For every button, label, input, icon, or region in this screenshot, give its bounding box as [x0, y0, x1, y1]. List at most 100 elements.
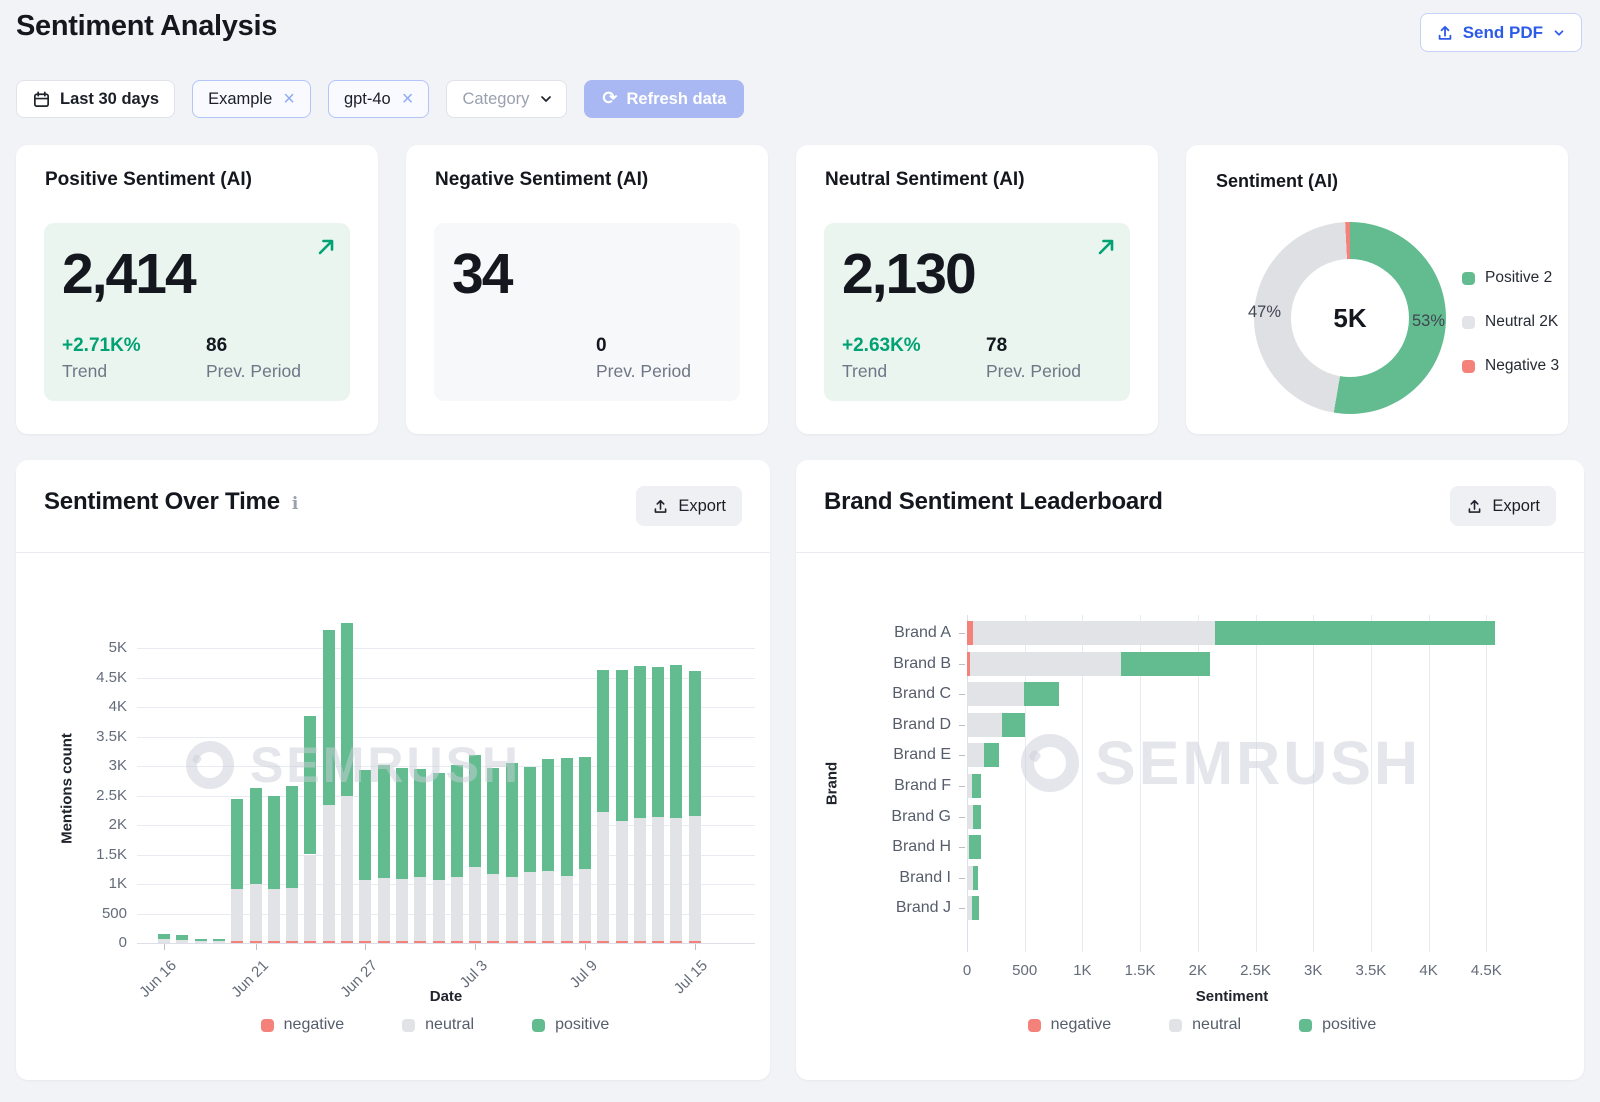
positive-bar-segment [378, 765, 390, 878]
neutral-bar-segment [616, 821, 628, 941]
upload-icon [1436, 24, 1454, 42]
positive-bar-segment [972, 774, 981, 798]
kpi-prev: 86 Prev. Period [206, 335, 301, 382]
positive-bar-segment [597, 670, 609, 813]
category-dropdown[interactable]: Category [446, 80, 567, 118]
positive-bar-segment [487, 768, 499, 873]
y-tick-label: 2K [57, 816, 127, 833]
gridline [137, 648, 755, 649]
close-icon[interactable]: × [283, 89, 295, 109]
donut-legend-item: Negative 3 [1462, 357, 1559, 375]
neutral-bar-segment [652, 817, 664, 941]
send-pdf-button[interactable]: Send PDF [1420, 13, 1582, 52]
y-tick-mark [959, 786, 965, 787]
filter-bar: Last 30 days Example × gpt-4o × Category… [16, 80, 744, 118]
neutral-bar-segment [561, 876, 573, 941]
brand-label: Brand G [841, 808, 951, 826]
export-button[interactable]: Export [636, 486, 742, 526]
negative-bar-segment [469, 941, 481, 943]
kpi-card-positive: Positive Sentiment (AI) 2,414 +2.71K% Tr… [16, 145, 378, 434]
negative-bar-segment [414, 941, 426, 943]
brand-label: Brand C [841, 685, 951, 703]
semrush-watermark: SEMRUSH [1021, 728, 1421, 798]
legend-label: neutral [1192, 1016, 1241, 1034]
y-tick-label: 500 [57, 905, 127, 922]
refresh-data-button[interactable]: ⟳ Refresh data [584, 80, 744, 118]
export-label: Export [1492, 497, 1540, 516]
date-range-button[interactable]: Last 30 days [16, 80, 175, 118]
neutral-bar-segment [396, 879, 408, 941]
positive-bar-segment [469, 755, 481, 866]
x-tick-label: 3K [1283, 962, 1343, 979]
negative-bar-segment [231, 941, 243, 943]
positive-bar-segment [433, 773, 445, 880]
x-tick-label: 500 [995, 962, 1055, 979]
legend-swatch [1462, 272, 1475, 285]
x-tick-mark [164, 944, 165, 950]
y-tick-mark [959, 633, 965, 634]
negative-bar-segment [634, 941, 646, 943]
y-tick-label: 2.5K [57, 787, 127, 804]
kpi-prev-value: 78 [986, 335, 1081, 357]
kpi-panel: 2,414 +2.71K% Trend 86 Prev. Period [44, 223, 350, 401]
upload-icon [652, 498, 669, 515]
page-title: Sentiment Analysis [16, 10, 277, 43]
filter-chip-gpt-4o[interactable]: gpt-4o × [328, 80, 429, 118]
gridline [1371, 615, 1372, 952]
divider [16, 552, 770, 553]
export-button[interactable]: Export [1450, 486, 1556, 526]
category-label: Category [462, 90, 529, 109]
positive-bar-segment [1024, 682, 1060, 706]
positive-bar-segment [250, 788, 262, 884]
neutral-bar-segment [469, 867, 481, 941]
upload-icon [1466, 498, 1483, 515]
negative-bar-segment [487, 941, 499, 943]
legend-label: negative [284, 1016, 345, 1034]
y-tick-label: 1K [57, 875, 127, 892]
positive-bar-segment [670, 665, 682, 817]
negative-bar-segment [689, 941, 701, 943]
y-tick-mark [959, 725, 965, 726]
positive-bar-segment [359, 770, 371, 880]
negative-bar-segment [250, 941, 262, 943]
kpi-prev-label: Prev. Period [986, 361, 1081, 382]
positive-bar-segment [984, 743, 999, 767]
y-tick-label: 4.5K [57, 669, 127, 686]
positive-bar-segment [286, 786, 298, 888]
brand-label: Brand J [841, 899, 951, 917]
y-tick-label: 5K [57, 639, 127, 656]
neutral-bar-segment [304, 855, 316, 941]
kpi-prev-label: Prev. Period [206, 361, 301, 382]
x-tick-label: 1.5K [1110, 962, 1170, 979]
chart-title: Sentiment Over Timei [44, 488, 298, 516]
x-tick-label: 4K [1399, 962, 1459, 979]
legend-item: neutral [1169, 1016, 1241, 1034]
positive-bar-segment [396, 768, 408, 879]
negative-bar-segment [616, 941, 628, 943]
info-icon[interactable]: i [292, 494, 298, 514]
negative-bar-segment [359, 941, 371, 943]
legend-swatch [1462, 316, 1475, 329]
negative-bar-segment [597, 941, 609, 943]
neutral-bar-segment [378, 878, 390, 941]
positive-bar-segment [524, 767, 536, 872]
positive-bar-segment [689, 671, 701, 816]
gridline [1486, 615, 1487, 952]
kpi-trend-label: Trend [842, 361, 921, 382]
kpi-prev-value: 86 [206, 335, 301, 357]
kpi-trend-value: +2.63K% [842, 335, 921, 357]
positive-bar-segment [973, 866, 978, 890]
close-icon[interactable]: × [402, 89, 414, 109]
negative-bar-segment [506, 941, 518, 943]
positive-bar-segment [176, 935, 188, 940]
neutral-bar-segment [433, 880, 445, 941]
legend-item: negative [1028, 1016, 1112, 1034]
negative-legend-swatch [261, 1019, 274, 1032]
negative-bar-segment [304, 941, 316, 943]
x-tick-label: 3.5K [1341, 962, 1401, 979]
filter-chip-example[interactable]: Example × [192, 80, 311, 118]
donut-legend-item: Neutral 2K [1462, 313, 1558, 331]
neutral-bar-segment [414, 877, 426, 941]
positive-legend-swatch [532, 1019, 545, 1032]
neutral-bar-segment [176, 940, 188, 943]
